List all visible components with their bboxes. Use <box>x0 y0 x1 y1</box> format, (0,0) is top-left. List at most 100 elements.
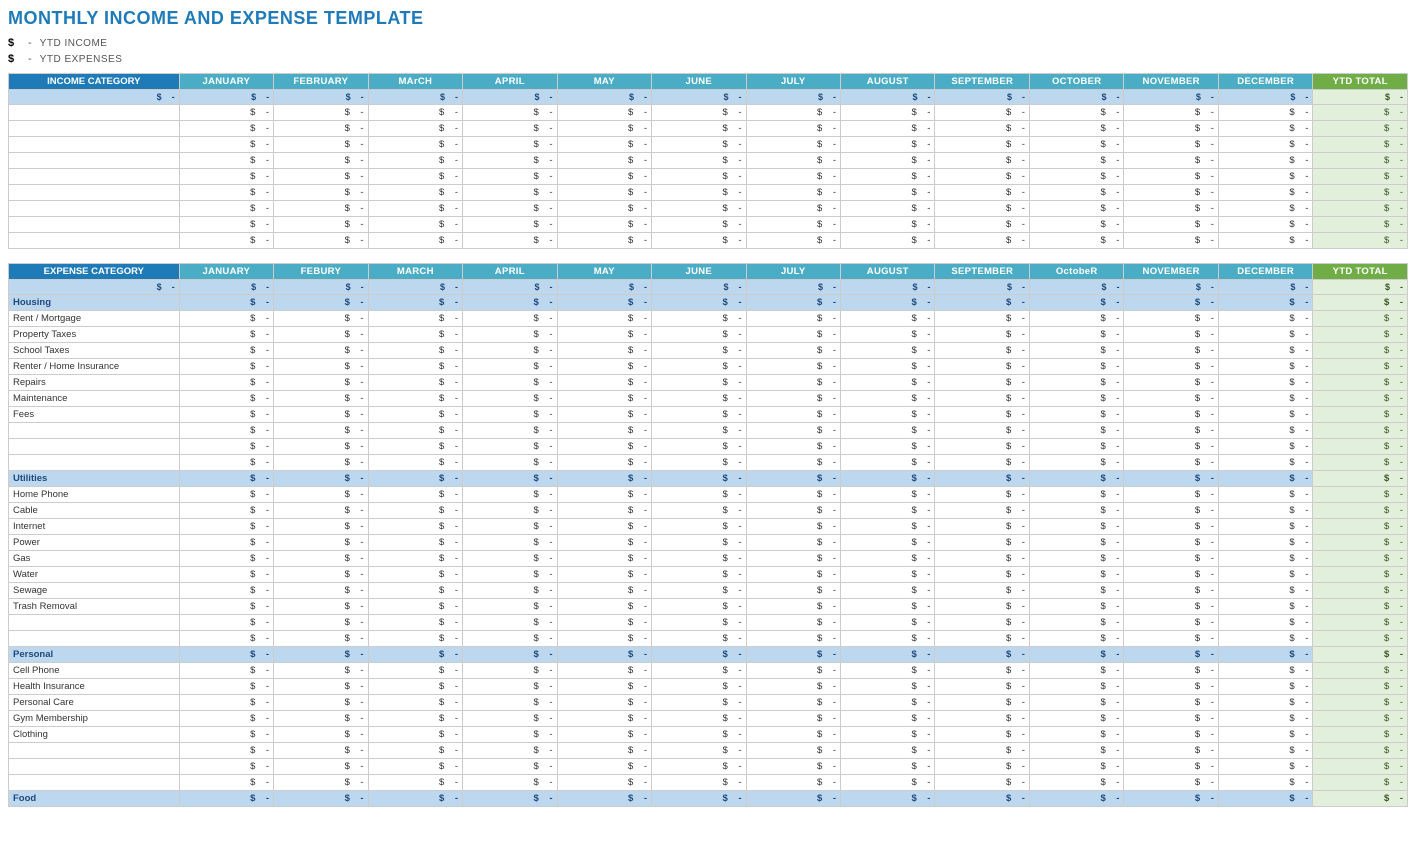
expense-cell[interactable]: $ - <box>368 311 462 327</box>
expense-cell[interactable]: $ - <box>1029 599 1123 615</box>
expense-cell[interactable]: $ - <box>1029 663 1123 679</box>
income-cell[interactable]: $ - <box>1218 217 1312 233</box>
expense-cell[interactable]: $ - <box>1029 391 1123 407</box>
expense-cell[interactable]: $ - <box>463 375 557 391</box>
income-cell[interactable]: $ - <box>463 137 557 153</box>
expense-cell[interactable]: $ - <box>1218 695 1312 711</box>
expense-cell[interactable]: $ - <box>557 359 651 375</box>
expense-cell[interactable]: $ - <box>274 455 368 471</box>
expense-cell[interactable]: $ - <box>935 519 1029 535</box>
expense-cell[interactable]: $ - <box>557 375 651 391</box>
expense-cell[interactable]: $ - <box>1218 743 1312 759</box>
expense-cell[interactable]: $ - <box>179 439 273 455</box>
expense-cell[interactable]: $ - <box>463 551 557 567</box>
income-cell[interactable]: $ - <box>746 201 840 217</box>
expense-cell[interactable]: $ - <box>652 727 746 743</box>
expense-cell[interactable]: $ - <box>746 423 840 439</box>
expense-cell[interactable]: $ - <box>746 327 840 343</box>
expense-cell[interactable]: $ - <box>368 663 462 679</box>
expense-cell[interactable]: $ - <box>1124 711 1218 727</box>
income-cell[interactable]: $ - <box>179 121 273 137</box>
expense-cell[interactable]: $ - <box>841 551 935 567</box>
income-cell[interactable]: $ - <box>557 201 651 217</box>
expense-cell[interactable]: $ - <box>179 711 273 727</box>
income-cell[interactable]: $ - <box>746 169 840 185</box>
expense-cell[interactable]: $ - <box>463 359 557 375</box>
expense-cell[interactable]: $ - <box>274 535 368 551</box>
expense-cell[interactable]: $ - <box>746 343 840 359</box>
expense-cell[interactable]: $ - <box>1218 519 1312 535</box>
income-cell[interactable]: $ - <box>841 201 935 217</box>
expense-cell[interactable]: $ - <box>274 519 368 535</box>
expense-cell[interactable]: $ - <box>935 407 1029 423</box>
expense-cell[interactable]: $ - <box>841 631 935 647</box>
expense-cell[interactable]: $ - <box>463 503 557 519</box>
expense-cell[interactable]: $ - <box>935 391 1029 407</box>
expense-cell[interactable]: $ - <box>841 711 935 727</box>
expense-cell[interactable]: $ - <box>1124 775 1218 791</box>
expense-cell[interactable]: $ - <box>274 743 368 759</box>
expense-cell[interactable]: $ - <box>274 567 368 583</box>
expense-cell[interactable]: $ - <box>179 727 273 743</box>
expense-cell[interactable]: $ - <box>179 359 273 375</box>
expense-cell[interactable]: $ - <box>368 327 462 343</box>
expense-cell[interactable]: $ - <box>179 375 273 391</box>
expense-cell[interactable]: $ - <box>463 615 557 631</box>
expense-cell[interactable]: $ - <box>652 567 746 583</box>
expense-cell[interactable]: $ - <box>935 551 1029 567</box>
income-cell[interactable]: $ - <box>935 185 1029 201</box>
expense-cell[interactable]: $ - <box>1124 327 1218 343</box>
income-cell[interactable]: $ - <box>652 169 746 185</box>
income-cell[interactable]: $ - <box>368 217 462 233</box>
income-cell[interactable]: $ - <box>274 169 368 185</box>
expense-cell[interactable]: $ - <box>557 615 651 631</box>
expense-cell[interactable]: $ - <box>368 423 462 439</box>
expense-cell[interactable]: $ - <box>652 391 746 407</box>
expense-cell[interactable]: $ - <box>463 775 557 791</box>
income-cell[interactable]: $ - <box>463 121 557 137</box>
expense-cell[interactable]: $ - <box>274 711 368 727</box>
expense-cell[interactable]: $ - <box>746 743 840 759</box>
expense-cell[interactable]: $ - <box>1124 743 1218 759</box>
income-cell[interactable]: $ - <box>652 233 746 249</box>
expense-cell[interactable]: $ - <box>368 519 462 535</box>
expense-cell[interactable]: $ - <box>274 359 368 375</box>
expense-row-name[interactable]: Home Phone <box>9 487 180 503</box>
income-row-name[interactable] <box>9 121 180 137</box>
expense-cell[interactable]: $ - <box>1218 455 1312 471</box>
income-cell[interactable]: $ - <box>935 105 1029 121</box>
expense-cell[interactable]: $ - <box>463 535 557 551</box>
expense-cell[interactable]: $ - <box>463 487 557 503</box>
expense-cell[interactable]: $ - <box>935 423 1029 439</box>
expense-cell[interactable]: $ - <box>368 455 462 471</box>
income-cell[interactable]: $ - <box>368 233 462 249</box>
expense-cell[interactable]: $ - <box>368 759 462 775</box>
expense-cell[interactable]: $ - <box>463 759 557 775</box>
income-cell[interactable]: $ - <box>841 121 935 137</box>
expense-cell[interactable]: $ - <box>1124 583 1218 599</box>
expense-cell[interactable]: $ - <box>746 583 840 599</box>
expense-cell[interactable]: $ - <box>1218 599 1312 615</box>
expense-cell[interactable]: $ - <box>179 679 273 695</box>
expense-cell[interactable]: $ - <box>1124 599 1218 615</box>
income-cell[interactable]: $ - <box>274 137 368 153</box>
expense-row-name[interactable] <box>9 423 180 439</box>
expense-cell[interactable]: $ - <box>274 583 368 599</box>
expense-cell[interactable]: $ - <box>652 615 746 631</box>
income-cell[interactable]: $ - <box>557 217 651 233</box>
expense-cell[interactable]: $ - <box>935 727 1029 743</box>
expense-cell[interactable]: $ - <box>557 583 651 599</box>
income-cell[interactable]: $ - <box>1124 201 1218 217</box>
expense-cell[interactable]: $ - <box>841 535 935 551</box>
income-row-name[interactable] <box>9 153 180 169</box>
expense-cell[interactable]: $ - <box>1124 615 1218 631</box>
expense-cell[interactable]: $ - <box>935 375 1029 391</box>
expense-cell[interactable]: $ - <box>463 439 557 455</box>
expense-cell[interactable]: $ - <box>179 487 273 503</box>
expense-cell[interactable]: $ - <box>652 487 746 503</box>
income-cell[interactable]: $ - <box>1124 233 1218 249</box>
expense-row-name[interactable]: Trash Removal <box>9 599 180 615</box>
expense-cell[interactable]: $ - <box>557 439 651 455</box>
income-cell[interactable]: $ - <box>935 169 1029 185</box>
expense-cell[interactable]: $ - <box>1218 759 1312 775</box>
